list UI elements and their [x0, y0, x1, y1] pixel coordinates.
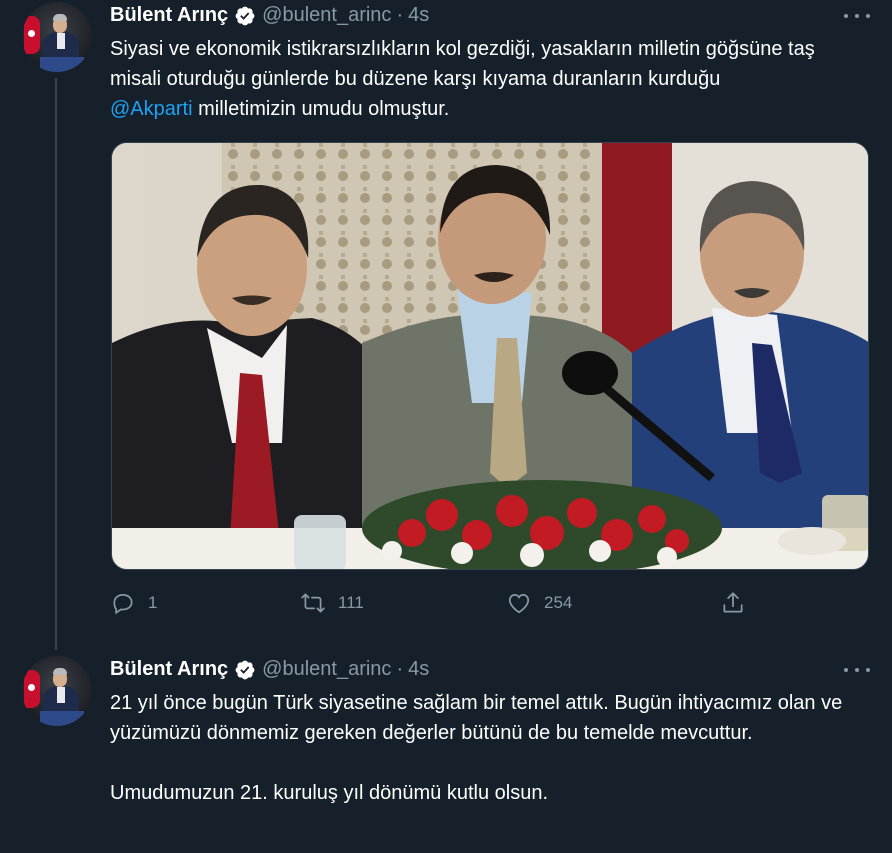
tweet-header: Bülent Arınç @bulent_arinc · 4s [110, 658, 429, 681]
tweet-text: Siyasi ve ekonomik istikrarsızlıkların k… [110, 34, 870, 124]
more-options-button[interactable] [844, 6, 870, 26]
tweet-photo[interactable] [111, 142, 869, 570]
heart-icon [508, 594, 530, 614]
flag-graphic [24, 16, 40, 54]
retweet-button[interactable]: 111 [300, 590, 364, 616]
reply-count: 1 [148, 593, 158, 612]
retweet-icon [301, 593, 325, 613]
author-name[interactable]: Bülent Arınç [110, 658, 228, 681]
separator-dot: · [396, 4, 404, 26]
separator-dot: · [396, 658, 404, 680]
tweet-text-main: Siyasi ve ekonomik istikrarsızlıkların k… [110, 38, 815, 90]
like-count: 254 [544, 593, 573, 612]
flag-graphic [24, 670, 40, 708]
share-icon [723, 592, 743, 613]
mention-link[interactable]: @Akparti [110, 98, 193, 120]
tweet-2[interactable]: Bülent Arınç @bulent_arinc · 4s 21 yıl ö… [0, 650, 892, 853]
author-name[interactable]: Bülent Arınç [110, 4, 228, 27]
reply-button[interactable]: 1 [110, 590, 157, 616]
timestamp[interactable]: 4s [408, 658, 429, 681]
tweet-actions: 1 111 254 [110, 590, 750, 620]
more-options-button[interactable] [844, 660, 870, 680]
like-button[interactable]: 254 [506, 590, 572, 616]
tweet-text-tail: milletimizin umudu olmuştur. [192, 98, 450, 120]
avatar[interactable] [22, 656, 92, 726]
timestamp[interactable]: 4s [408, 4, 429, 27]
author-handle[interactable]: @bulent_arinc [262, 658, 391, 681]
tweet-text: 21 yıl önce bugün Türk siyasetine sağlam… [110, 692, 843, 804]
avatar[interactable] [22, 2, 92, 72]
reply-icon [113, 594, 133, 615]
tweet-header: Bülent Arınç @bulent_arinc · 4s [110, 4, 429, 27]
more-horizontal-icon [844, 668, 848, 672]
retweet-count: 111 [338, 593, 364, 612]
author-handle[interactable]: @bulent_arinc [262, 4, 391, 27]
share-button[interactable] [720, 590, 758, 616]
thread-line [55, 78, 57, 650]
photo-image [112, 143, 868, 569]
verified-badge-icon [235, 660, 255, 679]
tweet-1[interactable]: Bülent Arınç @bulent_arinc · 4s Siyasi v… [0, 0, 892, 650]
verified-badge-icon [235, 6, 255, 25]
more-horizontal-icon [844, 14, 848, 18]
